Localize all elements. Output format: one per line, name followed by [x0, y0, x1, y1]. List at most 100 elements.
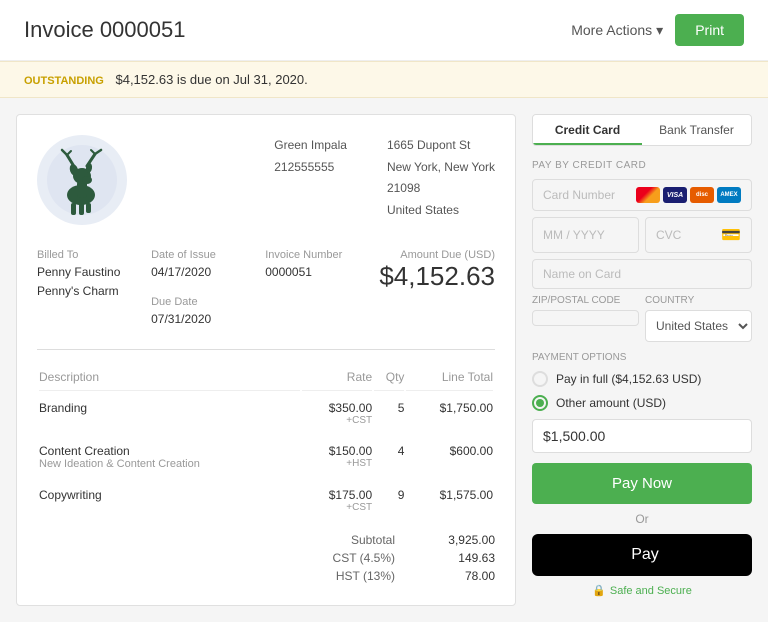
item-qty-1: 4 [374, 436, 404, 478]
country-label: COUNTRY [645, 295, 752, 306]
company-logo [37, 135, 127, 225]
name-on-card-field[interactable]: Name on Card [532, 259, 752, 289]
divider [37, 349, 495, 350]
item-rate-1: $150.00 +HST [302, 436, 372, 478]
address-country: United States [387, 200, 495, 222]
card-number-placeholder: Card Number [543, 188, 615, 202]
hst-label: HST (13%) [315, 569, 395, 583]
due-date-label: Due Date [151, 296, 245, 308]
name-on-card-placeholder: Name on Card [543, 267, 621, 281]
pay-full-radio[interactable] [532, 371, 548, 387]
address-zip: 21098 [387, 178, 495, 200]
amount-due-label: Amount Due (USD) [379, 249, 495, 261]
cvc-placeholder: CVC [656, 228, 681, 242]
invoice-number-label: Invoice Number [265, 249, 359, 261]
chevron-down-icon: ▾ [656, 22, 663, 39]
zip-country-row: ZIP/POSTAL CODE COUNTRY United States [532, 295, 752, 342]
payment-tab-switcher: Credit Card Bank Transfer [532, 114, 752, 146]
hst-value: 78.00 [435, 569, 495, 583]
deer-logo-icon [47, 145, 117, 215]
invoice-title: Invoice 0000051 [24, 17, 185, 43]
amex-icon: AMEX [717, 187, 741, 203]
item-description-2: Copywriting [39, 480, 300, 521]
mastercard-icon [636, 187, 660, 203]
outstanding-message: $4,152.63 is due on Jul 31, 2020. [115, 72, 307, 87]
table-row: Branding $350.00 +CST 5 $1,750.00 [39, 393, 493, 434]
address-city-state: New York, New York [387, 157, 495, 179]
tab-credit-card[interactable]: Credit Card [533, 115, 642, 145]
discover-icon: disc [690, 187, 714, 203]
col-qty: Qty [374, 364, 404, 391]
totals-section: Subtotal 3,925.00 CST (4.5%) 149.63 HST … [37, 531, 495, 585]
company-name: Green Impala [274, 135, 347, 157]
company-name-block: Green Impala 212555555 [274, 135, 347, 221]
billing-section: Billed To Penny FaustinoPenny's Charm Da… [37, 249, 495, 329]
pay-full-option[interactable]: Pay in full ($4,152.63 USD) [532, 371, 752, 387]
card-number-field[interactable]: Card Number VISA disc AMEX [532, 179, 752, 211]
expiry-field[interactable]: MM / YYYY [532, 217, 639, 253]
item-line-total-0: $1,750.00 [406, 393, 493, 434]
table-row: Copywriting $175.00 +CST 9 $1,575.00 [39, 480, 493, 521]
country-col: COUNTRY United States [645, 295, 752, 342]
item-qty-0: 5 [374, 393, 404, 434]
cst-value: 149.63 [435, 551, 495, 565]
pay-full-label: Pay in full ($4,152.63 USD) [556, 372, 701, 386]
cst-row: CST (4.5%) 149.63 [37, 549, 495, 567]
expiry-placeholder: MM / YYYY [543, 228, 605, 242]
secure-text: Safe and Secure [610, 585, 692, 597]
zip-col: ZIP/POSTAL CODE [532, 295, 639, 342]
items-table: Description Rate Qty Line Total Branding… [37, 362, 495, 523]
zip-label: ZIP/POSTAL CODE [532, 295, 639, 306]
lock-icon: 🔒 [592, 584, 606, 597]
invoice-number-value: 0000051 [265, 263, 359, 282]
print-button[interactable]: Print [675, 14, 744, 46]
apple-pay-button[interactable]: Pay [532, 534, 752, 576]
date-of-issue-label: Date of Issue [151, 249, 245, 261]
country-select[interactable]: United States [645, 310, 752, 342]
payment-panel: Credit Card Bank Transfer PAY BY CREDIT … [532, 114, 752, 606]
top-actions: More Actions ▾ Print [571, 14, 744, 46]
date-of-issue-value: 04/17/2020 [151, 263, 245, 282]
other-amount-option[interactable]: Other amount (USD) [532, 395, 752, 411]
item-line-total-1: $600.00 [406, 436, 493, 478]
main-content: Green Impala 212555555 1665 Dupont St Ne… [0, 98, 768, 622]
expiry-cvc-row: MM / YYYY CVC 💳 [532, 217, 752, 253]
subtotal-row: Subtotal 3,925.00 [37, 531, 495, 549]
subtotal-label: Subtotal [315, 533, 395, 547]
outstanding-bar: OUTSTANDING $4,152.63 is due on Jul 31, … [0, 61, 768, 98]
tab-bank-transfer[interactable]: Bank Transfer [642, 115, 751, 145]
billed-to-value: Penny FaustinoPenny's Charm [37, 263, 131, 301]
more-actions-button[interactable]: More Actions ▾ [571, 22, 663, 39]
other-amount-input[interactable] [532, 419, 752, 453]
item-description-1: Content Creation New Ideation & Content … [39, 436, 300, 478]
company-address-block: 1665 Dupont St New York, New York 21098 … [387, 135, 495, 221]
item-rate-0: $350.00 +CST [302, 393, 372, 434]
company-info: Green Impala 212555555 1665 Dupont St Ne… [274, 135, 495, 221]
card-icons: VISA disc AMEX [636, 187, 741, 203]
address-street: 1665 Dupont St [387, 135, 495, 157]
billed-to-col: Billed To Penny FaustinoPenny's Charm [37, 249, 131, 329]
company-phone: 212555555 [274, 157, 347, 179]
zip-field[interactable] [532, 310, 639, 326]
other-amount-label: Other amount (USD) [556, 396, 666, 410]
due-date-value: 07/31/2020 [151, 310, 245, 329]
amount-due-col: Amount Due (USD) $4,152.63 [379, 249, 495, 329]
pay-now-button[interactable]: Pay Now [532, 463, 752, 504]
invoice-panel: Green Impala 212555555 1665 Dupont St Ne… [16, 114, 516, 606]
col-description: Description [39, 364, 300, 391]
item-line-total-2: $1,575.00 [406, 480, 493, 521]
billed-to-label: Billed To [37, 249, 131, 261]
amount-due-value: $4,152.63 [379, 261, 495, 292]
apple-pay-label: Pay [631, 546, 659, 564]
top-bar: Invoice 0000051 More Actions ▾ Print [0, 0, 768, 61]
secure-label: 🔒 Safe and Secure [532, 584, 752, 597]
col-line-total: Line Total [406, 364, 493, 391]
payment-options-label: PAYMENT OPTIONS [532, 352, 752, 363]
other-amount-radio[interactable] [532, 395, 548, 411]
radio-dot [536, 399, 544, 407]
cst-label: CST (4.5%) [315, 551, 395, 565]
company-section: Green Impala 212555555 1665 Dupont St Ne… [37, 135, 495, 225]
cvc-field[interactable]: CVC 💳 [645, 217, 752, 253]
date-of-issue-col: Date of Issue 04/17/2020 Due Date 07/31/… [151, 249, 245, 329]
item-qty-2: 9 [374, 480, 404, 521]
